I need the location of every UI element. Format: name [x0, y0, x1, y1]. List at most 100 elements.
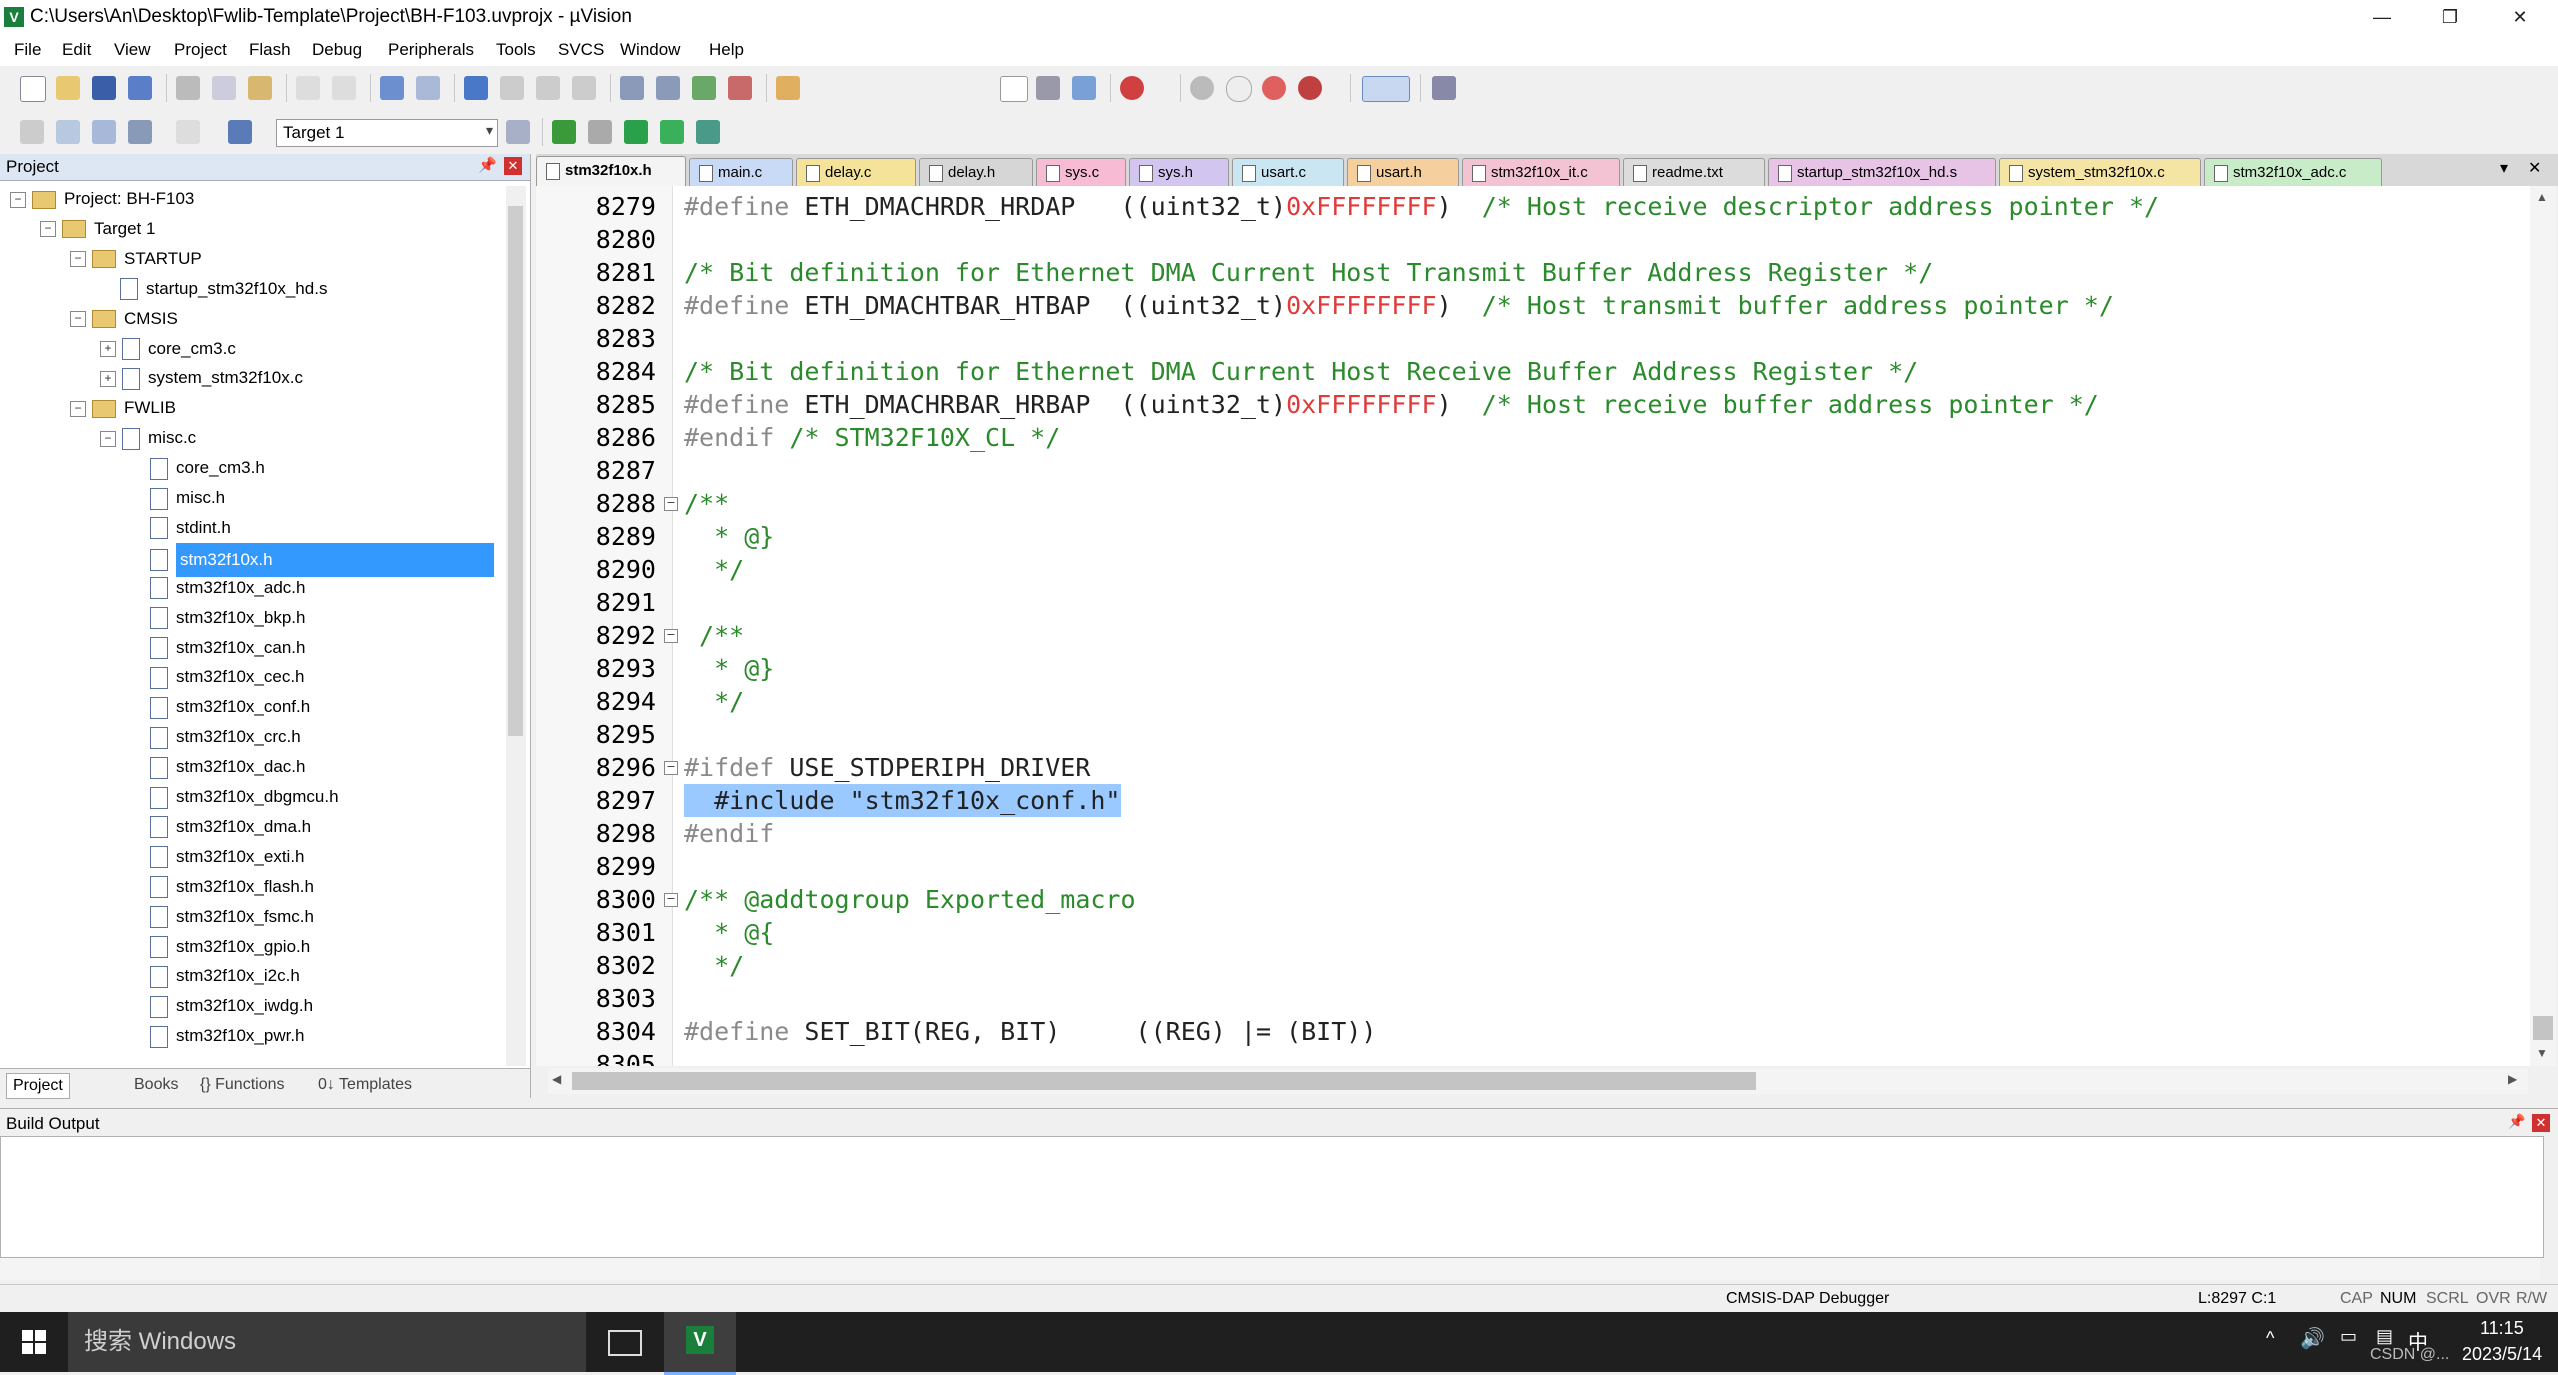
collapse-icon[interactable]: − [10, 191, 26, 208]
copy-icon[interactable] [212, 76, 236, 100]
disable-breakpoint-icon[interactable] [1226, 76, 1252, 102]
tree-item[interactable]: stm32f10x_gpio.h [130, 932, 310, 962]
taskbar-uvision-button[interactable]: V [664, 1312, 736, 1375]
tab-templates[interactable]: 0↓ Templates [318, 1073, 412, 1097]
code-line[interactable]: 8297 #include "stm32f10x_conf.h" [536, 784, 2526, 817]
tree-item[interactable]: stm32f10x_can.h [130, 633, 305, 663]
code-line[interactable]: 8284 /* Bit definition for Ethernet DMA C… [536, 355, 2526, 388]
tree-item[interactable]: stm32f10x_flash.h [130, 872, 314, 902]
code-line[interactable]: 8290 */ [536, 553, 2526, 586]
editor-vertical-scrollbar[interactable]: ▲ ▼ [2530, 186, 2556, 1066]
tree-item[interactable]: − Project: BH-F103 [10, 184, 194, 214]
navigate-back-icon[interactable] [380, 76, 404, 100]
code-line[interactable]: 8280 [536, 223, 2526, 256]
windows-search-box[interactable]: 搜索 Windows [68, 1312, 586, 1372]
incremental-find-icon[interactable] [1072, 76, 1096, 100]
editor-tab[interactable]: usart.c [1232, 158, 1344, 186]
editor-tab[interactable]: main.c [689, 158, 793, 186]
tab-books[interactable]: Books [104, 1073, 178, 1097]
tree-item[interactable]: − misc.c [100, 423, 196, 453]
unindent-icon[interactable] [656, 76, 680, 100]
collapse-icon[interactable]: − [40, 221, 56, 238]
build-icon[interactable] [56, 120, 80, 144]
save-icon[interactable] [92, 76, 116, 100]
code-line[interactable]: 8288−/** [536, 487, 2526, 520]
tab-functions[interactable]: {} Functions [200, 1073, 285, 1097]
collapse-icon[interactable]: − [70, 400, 86, 417]
tree-item[interactable]: stm32f10x_dbgmcu.h [130, 782, 339, 812]
configure-icon[interactable] [1432, 76, 1456, 100]
volume-icon[interactable]: 🔊 [2300, 1326, 2325, 1351]
target-select[interactable]: Target 1 ▾ [276, 119, 498, 147]
tree-item[interactable]: stm32f10x_conf.h [130, 692, 310, 722]
kill-breakpoints-icon[interactable] [1262, 76, 1286, 100]
editor-tab[interactable]: delay.c [796, 158, 916, 186]
event-recorder-icon[interactable] [696, 120, 720, 144]
code-line[interactable]: 8281 /* Bit definition for Ethernet DMA C… [536, 256, 2526, 289]
target-options-icon[interactable] [506, 120, 530, 144]
menu-svcs[interactable]: SVCS [558, 40, 604, 60]
build-output-pane[interactable] [0, 1136, 2544, 1258]
find-icon[interactable] [1036, 76, 1060, 100]
window-layout-icon[interactable] [1362, 76, 1410, 102]
tree-item[interactable]: stm32f10x_exti.h [130, 842, 305, 872]
code-line[interactable]: 8293 * @} [536, 652, 2526, 685]
pin-icon[interactable]: 📌 [478, 156, 497, 174]
debug-session-icon[interactable] [1120, 76, 1144, 100]
menu-flash[interactable]: Flash [249, 40, 291, 60]
code-line[interactable]: 8287 [536, 454, 2526, 487]
fold-collapse-icon[interactable]: − [664, 497, 678, 511]
minimize-button[interactable]: — [2352, 0, 2412, 34]
tab-list-dropdown-icon[interactable]: ▾ [2500, 158, 2508, 178]
editor-tab[interactable]: startup_stm32f10x_hd.s [1768, 158, 1996, 186]
menu-project[interactable]: Project [174, 40, 227, 60]
tree-item[interactable]: stm32f10x_pwr.h [130, 1021, 305, 1051]
expand-icon[interactable]: + [100, 341, 116, 358]
save-all-icon[interactable] [128, 76, 152, 100]
editor-tab[interactable]: usart.h [1347, 158, 1459, 186]
menu-window[interactable]: Window [620, 40, 680, 60]
select-packs-icon[interactable] [588, 120, 612, 144]
editor-tab[interactable]: sys.h [1129, 158, 1229, 186]
collapse-icon[interactable]: − [70, 311, 86, 328]
batch-build-icon[interactable] [128, 120, 152, 144]
editor-tab[interactable]: sys.c [1036, 158, 1126, 186]
tree-item[interactable]: stdint.h [130, 513, 231, 543]
editor-horizontal-scrollbar[interactable]: ◀ ▶ [548, 1068, 2528, 1094]
navigate-forward-icon[interactable] [416, 76, 440, 100]
code-line[interactable]: 8298 #endif [536, 817, 2526, 850]
menu-view[interactable]: View [114, 40, 151, 60]
code-editor[interactable]: 8279 #define ETH_DMACHRDR_HRDAP ((uint32_… [536, 186, 2546, 1066]
close-panel-icon[interactable]: ✕ [2532, 1114, 2550, 1132]
tree-item[interactable]: stm32f10x_fsmc.h [130, 902, 314, 932]
tree-item[interactable]: stm32f10x_cec.h [130, 662, 305, 692]
breakpoint-icon[interactable] [1190, 76, 1214, 100]
code-line[interactable]: 8295 [536, 718, 2526, 751]
code-line[interactable]: 8289 * @} [536, 520, 2526, 553]
build-output-hscrollbar[interactable] [0, 1258, 2540, 1280]
prev-bookmark-icon[interactable] [500, 76, 524, 100]
tree-item[interactable]: + core_cm3.c [100, 334, 236, 364]
tree-item[interactable]: stm32f10x_dma.h [130, 812, 311, 842]
manage-run-time-icon[interactable] [624, 120, 648, 144]
expand-icon[interactable]: + [100, 370, 116, 387]
tree-item[interactable]: stm32f10x.h [130, 542, 494, 577]
network-icon[interactable]: ▭ [2340, 1326, 2357, 1347]
menu-tools[interactable]: Tools [496, 40, 536, 60]
tree-item[interactable]: stm32f10x_i2c.h [130, 961, 300, 991]
pack-installer-icon[interactable] [660, 120, 684, 144]
editor-tab[interactable]: stm32f10x_adc.c [2204, 158, 2382, 186]
menu-help[interactable]: Help [709, 40, 744, 60]
tree-item[interactable]: − Target 1 [40, 214, 155, 244]
tree-item[interactable]: stm32f10x_adc.h [130, 573, 305, 603]
editor-tab[interactable]: stm32f10x.h [536, 156, 686, 186]
tree-item[interactable]: startup_stm32f10x_hd.s [100, 274, 327, 304]
menu-edit[interactable]: Edit [62, 40, 91, 60]
next-bookmark-icon[interactable] [536, 76, 560, 100]
code-line[interactable]: 8286 #endif /* STM32F10X_CL */ [536, 421, 2526, 454]
tab-project[interactable]: Project [6, 1073, 70, 1099]
paste-icon[interactable] [248, 76, 272, 100]
project-tree-scrollbar[interactable] [506, 186, 526, 1066]
redo-icon[interactable] [332, 76, 356, 100]
code-line[interactable]: 8302 */ [536, 949, 2526, 982]
